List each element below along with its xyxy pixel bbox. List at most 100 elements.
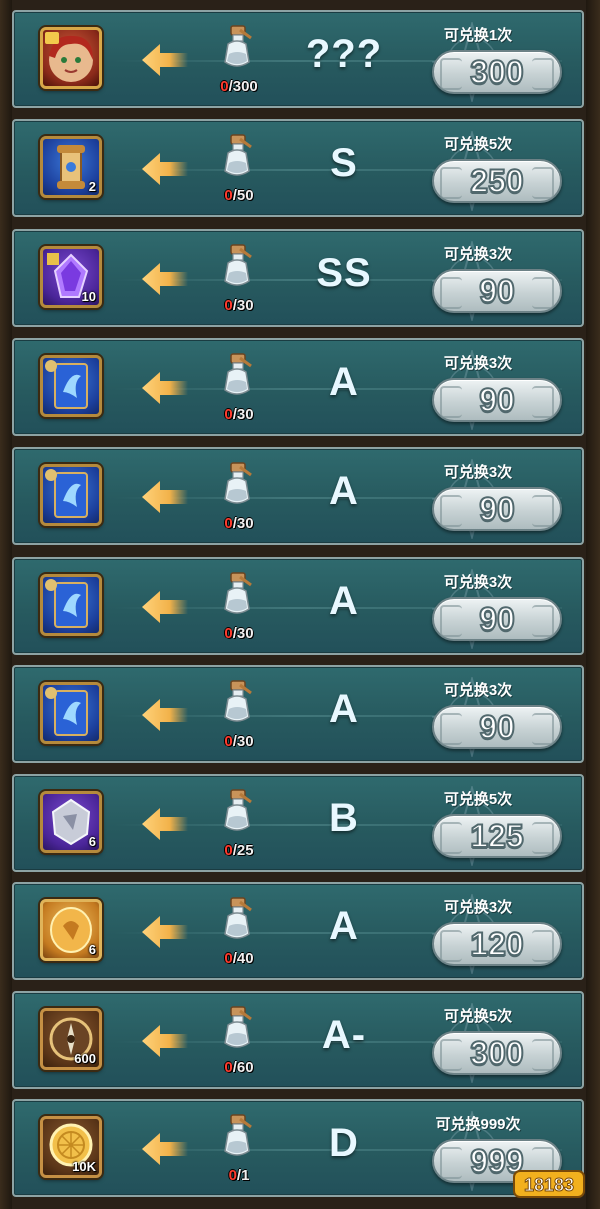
potion-bottle-icon [224,25,252,67]
exchange-row[interactable]: 0/30 A 可兑换3次 90 [12,447,584,545]
exchange-limit-label: 可兑换5次 [443,1008,513,1025]
exchange-row[interactable]: 0/30 A 可兑换3次 90 [12,557,584,655]
item-icon-blue-card[interactable] [40,464,102,526]
exchange-limit-label: 可兑换999次 [435,1116,521,1133]
arrow-left-icon [142,481,188,513]
watermark-logo: 18183 [513,1170,585,1198]
grade-label: A- [321,1013,367,1057]
item-icon-blue-card[interactable] [40,355,102,417]
potion-bottle-icon [224,572,252,614]
cost-value: 90 [478,490,516,528]
progress-counter: 0/40 [204,950,274,967]
exchange-limit-label: 可兑换1次 [443,27,513,44]
exchange-limit-label: 可兑换3次 [443,899,513,916]
exchange-cost-button[interactable]: 125 [432,814,562,858]
item-icon-blue-card[interactable] [40,682,102,744]
progress-counter: 0/30 [204,625,274,642]
arrow-left-icon [142,591,188,623]
progress-total: /25 [232,842,254,859]
item-icon-hero-portrait[interactable] [40,27,102,89]
exchange-limit-label: 可兑换3次 [443,246,513,263]
exchange-row[interactable]: 0/300 ??? 可兑换1次 300 [12,10,584,108]
cost-value: 120 [469,925,524,963]
exchange-limit-label: 可兑换5次 [443,791,513,808]
exchange-row[interactable]: 0/30 A 可兑换3次 90 [12,665,584,763]
grade-label: D [329,1121,359,1165]
exchange-limit-label: 可兑换3次 [443,464,513,481]
item-count: 10 [81,289,96,304]
exchange-cost-button[interactable]: 300 [432,50,562,94]
blue-card-icon [45,360,88,409]
grade-label: SS [316,251,372,295]
arrow-left-icon [142,916,188,948]
progress-total: /1 [236,1167,250,1184]
exchange-limit-label: 可兑换3次 [443,574,513,591]
item-count: 6 [88,942,96,957]
cost-value: 90 [478,600,516,638]
progress-total: /300 [228,78,258,95]
progress-counter: 0/30 [204,733,274,750]
progress-current: 0 [224,1059,233,1076]
exchange-cost-button[interactable]: 90 [432,705,562,749]
item-count: 6 [88,834,96,849]
progress-counter: 0/60 [204,1059,274,1076]
progress-current: 0 [220,78,229,95]
item-icon-scroll[interactable]: 2 [40,136,102,198]
exchange-limit-label: 可兑换3次 [443,355,513,372]
cost-value: 90 [478,708,516,746]
cost-value: 250 [469,162,524,200]
progress-counter: 0/30 [204,297,274,314]
exchange-cost-button[interactable]: 90 [432,597,562,641]
arrow-left-icon [142,153,188,185]
hero-portrait-icon [45,32,93,82]
potion-bottle-icon [224,789,252,831]
item-icon-gold-coin[interactable]: 10K [40,1116,102,1178]
exchange-cost-button[interactable]: 90 [432,487,562,531]
svg-text:18183: 18183 [524,1175,574,1195]
exchange-row[interactable]: 10K 0/1 D 可兑换999次 999 [12,1099,584,1197]
exchange-row[interactable]: 10 0/30 SS 可兑换3次 90 [12,229,584,327]
progress-counter: 0/30 [204,515,274,532]
exchange-list: 0/300 ??? 可兑换1次 300 2 0/50 S 可兑换5次 250 1… [12,0,586,1209]
exchange-row[interactable]: 6 0/25 B 可兑换5次 125 [12,774,584,872]
exchange-cost-button[interactable]: 120 [432,922,562,966]
item-icon-silver-rune[interactable]: 6 [40,791,102,853]
grade-label: ??? [305,32,383,76]
progress-total: /60 [232,1059,254,1076]
item-icon-compass[interactable]: 600 [40,1008,102,1070]
potion-bottle-icon [224,680,252,722]
item-count: 10K [72,1159,96,1174]
exchange-row[interactable]: 2 0/50 S 可兑换5次 250 [12,119,584,217]
exchange-cost-button[interactable]: 90 [432,378,562,422]
potion-bottle-icon [224,897,252,939]
grade-label: B [329,796,359,840]
exchange-row[interactable]: 6 0/40 A 可兑换3次 120 [12,882,584,980]
exchange-limit-label: 可兑换5次 [443,136,513,153]
grade-label: A [329,360,359,404]
exchange-cost-button[interactable]: 300 [432,1031,562,1075]
progress-current: 0 [224,625,233,642]
progress-counter: 0/300 [204,78,274,95]
grade-label: S [330,141,358,185]
exchange-row[interactable]: 600 0/60 A- 可兑换5次 300 [12,991,584,1089]
potion-bottle-icon [224,134,252,176]
arrow-left-icon [142,1133,188,1165]
progress-current: 0 [224,733,233,750]
item-count: 600 [74,1051,96,1066]
cost-value: 125 [469,817,524,855]
exchange-cost-button[interactable]: 90 [432,269,562,313]
progress-counter: 0/50 [204,187,274,204]
exchange-row[interactable]: 0/30 A 可兑换3次 90 [12,338,584,436]
blue-card-icon [45,687,88,736]
right-frame [586,0,600,1209]
blue-card-icon [45,469,88,518]
cost-value: 300 [469,53,524,91]
cost-value: 300 [469,1034,524,1072]
cost-value: 90 [478,272,516,310]
item-icon-purple-crystal[interactable]: 10 [40,246,102,308]
item-icon-blue-card[interactable] [40,574,102,636]
progress-total: /30 [232,297,254,314]
item-icon-gold-rune[interactable]: 6 [40,899,102,961]
exchange-cost-button[interactable]: 250 [432,159,562,203]
progress-current: 0 [224,515,233,532]
